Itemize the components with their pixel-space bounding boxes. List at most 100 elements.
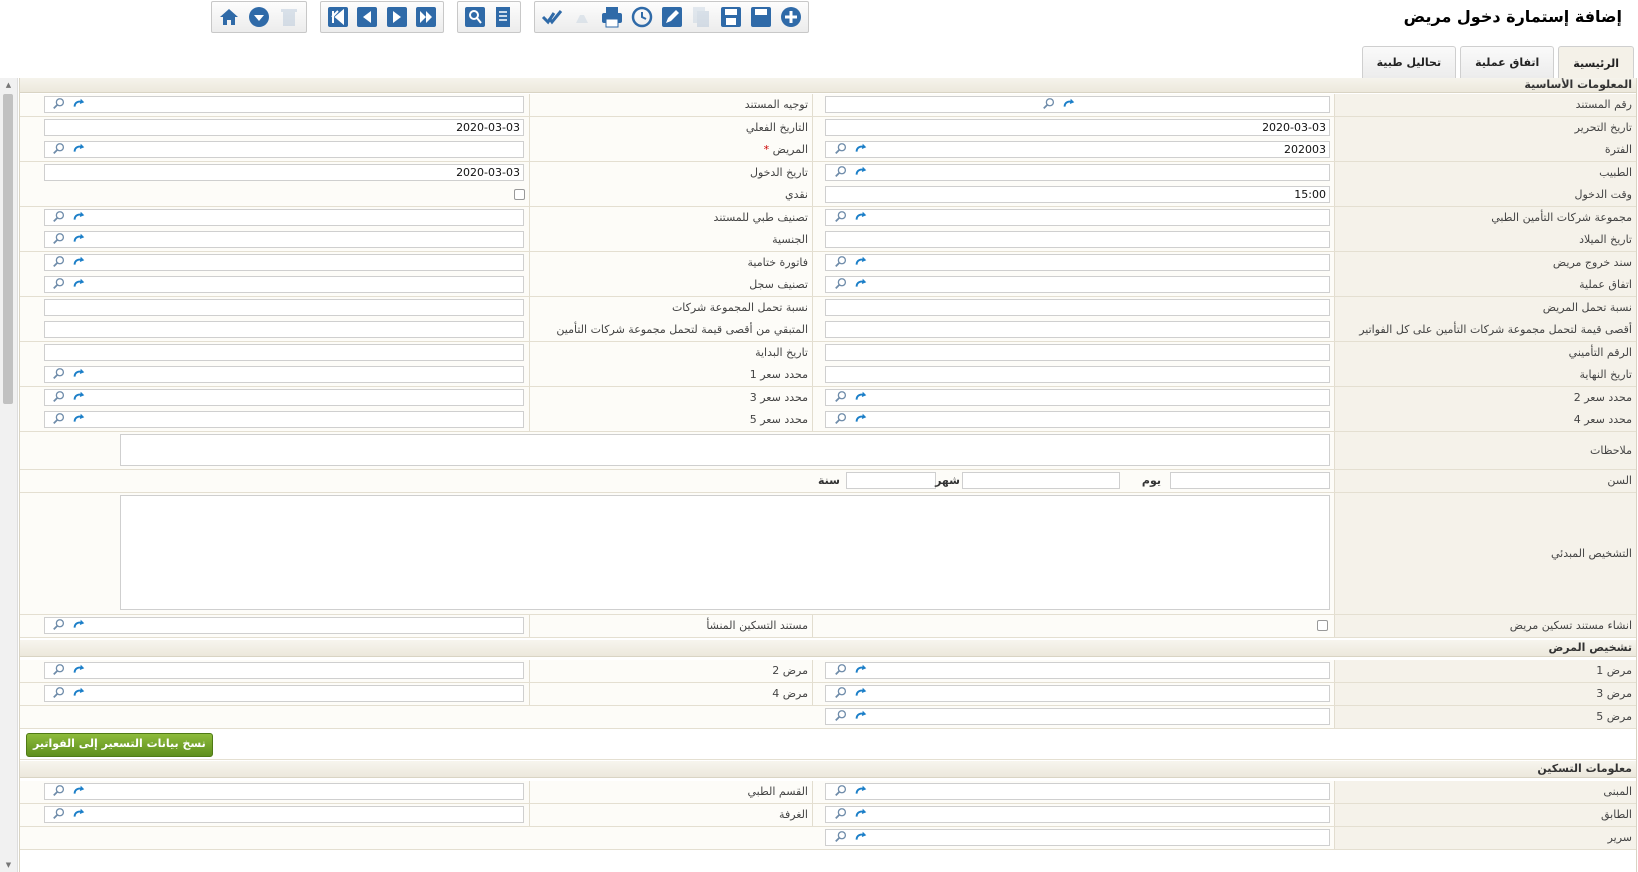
nationality-input[interactable] [44, 231, 524, 248]
lookup-icon[interactable] [50, 367, 66, 383]
insurance_no-input[interactable] [825, 343, 1330, 361]
lookup-icon[interactable] [832, 784, 848, 800]
refresh-icon[interactable] [852, 255, 868, 271]
last-icon[interactable] [413, 3, 439, 31]
refresh-icon[interactable] [852, 663, 868, 679]
refresh-icon[interactable] [852, 709, 868, 725]
lookup-icon[interactable] [50, 390, 66, 406]
scroll-down-icon[interactable]: ▼ [0, 858, 17, 872]
lookup-icon[interactable] [50, 232, 66, 248]
delete-icon[interactable] [275, 3, 302, 31]
lookup-icon[interactable] [50, 255, 66, 271]
copy-pricing-button[interactable]: نسخ بيانات التسعير إلى الفواتير [26, 732, 213, 757]
scroll-up-icon[interactable]: ▲ [0, 78, 17, 92]
period-input[interactable]: 202003 [825, 141, 1330, 158]
room-input[interactable] [44, 805, 524, 823]
refresh-icon[interactable] [70, 686, 86, 702]
operation_agreement-input[interactable] [825, 276, 1330, 293]
remaining_max-input[interactable] [44, 321, 524, 338]
disease1-input[interactable] [825, 661, 1330, 679]
tab-main[interactable]: الرئيسية [1558, 46, 1634, 79]
building-input[interactable] [825, 782, 1330, 800]
medical_class-input[interactable] [44, 208, 524, 226]
doc_direction-input[interactable] [44, 96, 524, 113]
lookup-icon[interactable] [50, 663, 66, 679]
search-doc-icon[interactable] [462, 3, 488, 31]
refresh-icon[interactable] [70, 807, 86, 823]
tab-operation-agreement[interactable]: اتفاق عملية [1460, 46, 1555, 78]
edit-icon[interactable] [658, 3, 685, 31]
lookup-icon[interactable] [832, 412, 848, 428]
lookup-icon[interactable] [50, 277, 66, 293]
disease4-input[interactable] [44, 684, 524, 702]
scroll-thumb[interactable] [3, 94, 13, 404]
entry_time-input[interactable]: 15:00 [825, 186, 1330, 203]
lookup-icon[interactable] [50, 97, 66, 113]
add-icon[interactable] [777, 3, 804, 31]
floor-input[interactable] [825, 805, 1330, 823]
refresh-icon[interactable] [70, 142, 86, 158]
patient_share-input[interactable] [825, 298, 1330, 316]
entry_date-input[interactable]: 2020-03-03 [44, 163, 524, 181]
insurance_group-input[interactable] [825, 208, 1330, 226]
lookup-icon[interactable] [832, 709, 848, 725]
refresh-icon[interactable] [852, 390, 868, 406]
refresh-icon[interactable] [852, 165, 868, 181]
start_date-input[interactable] [44, 343, 524, 361]
edit_date-input[interactable]: 2020-03-03 [825, 118, 1330, 136]
lookup-icon[interactable] [50, 210, 66, 226]
age-month-input[interactable] [962, 471, 1120, 489]
refresh-icon[interactable] [852, 784, 868, 800]
initial-diagnosis-input[interactable] [120, 494, 1330, 610]
history-icon[interactable] [628, 3, 655, 31]
refresh-icon[interactable] [852, 210, 868, 226]
home-icon[interactable] [216, 3, 243, 31]
list-icon[interactable] [491, 3, 517, 31]
price5-input[interactable] [44, 411, 524, 428]
prev-icon[interactable] [354, 3, 380, 31]
final_invoice-input[interactable] [44, 253, 524, 271]
refresh-icon[interactable] [70, 663, 86, 679]
record_class-input[interactable] [44, 276, 524, 293]
lookup-icon[interactable] [50, 142, 66, 158]
lookup-icon[interactable] [832, 663, 848, 679]
medical_dept-input[interactable] [44, 782, 524, 800]
refresh-icon[interactable] [70, 367, 86, 383]
refresh-icon[interactable] [852, 686, 868, 702]
disease2-input[interactable] [44, 661, 524, 679]
lookup-icon[interactable] [832, 807, 848, 823]
lookup-icon[interactable] [1040, 97, 1056, 113]
birth_date-input[interactable] [825, 231, 1330, 248]
lookup-icon[interactable] [50, 618, 66, 634]
lookup-icon[interactable] [832, 255, 848, 271]
first-icon[interactable] [325, 3, 351, 31]
refresh-icon[interactable] [70, 255, 86, 271]
age-day-input[interactable] [1170, 471, 1330, 489]
lookup-icon[interactable] [50, 412, 66, 428]
lookup-icon[interactable] [832, 165, 848, 181]
lookup-icon[interactable] [832, 210, 848, 226]
max_value_all-input[interactable] [825, 321, 1330, 338]
approve-icon[interactable] [539, 3, 566, 31]
refresh-icon[interactable] [70, 210, 86, 226]
refresh-icon[interactable] [70, 97, 86, 113]
end_date-input[interactable] [825, 366, 1330, 383]
doc_no-input[interactable] [825, 96, 1330, 113]
lookup-icon[interactable] [50, 807, 66, 823]
price1-input[interactable] [44, 366, 524, 383]
group_share-input[interactable] [44, 298, 524, 316]
bed-input[interactable] [825, 828, 1330, 846]
copy-icon[interactable] [688, 3, 715, 31]
lookup-icon[interactable] [832, 277, 848, 293]
refresh-icon[interactable] [852, 412, 868, 428]
refresh-icon[interactable] [852, 830, 868, 846]
lookup-icon[interactable] [50, 784, 66, 800]
refresh-icon[interactable] [70, 390, 86, 406]
cash-checkbox[interactable] [514, 189, 525, 200]
price3-input[interactable] [44, 388, 524, 406]
notes-input[interactable] [120, 433, 1330, 466]
refresh-icon[interactable] [70, 277, 86, 293]
doctor-input[interactable] [825, 163, 1330, 181]
vertical-scrollbar[interactable]: ▲ ▼ [0, 78, 18, 872]
age-year-input[interactable] [846, 471, 936, 489]
